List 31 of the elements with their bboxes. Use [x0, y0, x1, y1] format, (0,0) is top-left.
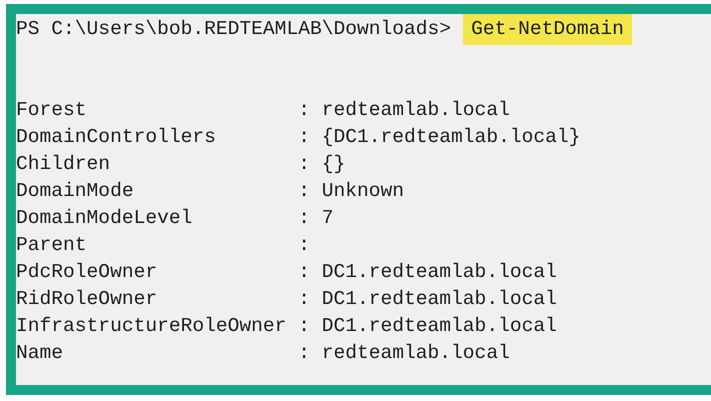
separator: : — [298, 314, 311, 339]
property-value: 7 — [322, 206, 334, 231]
property-value: {} — [322, 152, 346, 177]
separator: : — [298, 179, 311, 204]
command-text: Get-NetDomain — [463, 14, 632, 45]
property-name: Children — [16, 152, 112, 177]
property-value: DC1.redteamlab.local — [322, 314, 557, 339]
property-name: PdcRoleOwner — [16, 260, 158, 285]
property-value: {DC1.redteamlab.local} — [322, 125, 580, 150]
property-name: DomainMode — [16, 179, 135, 204]
property-name: Name — [16, 341, 64, 366]
separator: : — [298, 287, 311, 312]
property-name: InfrastructureRoleOwner — [16, 314, 288, 339]
property-value: Unknown — [322, 179, 404, 204]
prompt-path: PS C:\Users\bob.REDTEAMLAB\Downloads> — [16, 17, 452, 42]
separator: : — [298, 233, 311, 258]
separator: : — [298, 125, 311, 150]
separator: : — [298, 206, 311, 231]
property-name: DomainModeLevel — [16, 206, 194, 231]
property-name: Parent — [16, 233, 88, 258]
property-value: redteamlab.local — [322, 98, 510, 123]
separator: : — [298, 98, 311, 123]
separator: : — [298, 260, 311, 285]
property-name: RidRoleOwner — [16, 287, 158, 312]
property-value: DC1.redteamlab.local — [322, 287, 557, 312]
separator: : — [298, 152, 311, 177]
property-value: redteamlab.local — [322, 341, 510, 366]
property-name: DomainControllers — [16, 125, 217, 150]
separator: : — [298, 341, 311, 366]
property-name: Forest — [16, 98, 88, 123]
property-value: DC1.redteamlab.local — [322, 260, 557, 285]
